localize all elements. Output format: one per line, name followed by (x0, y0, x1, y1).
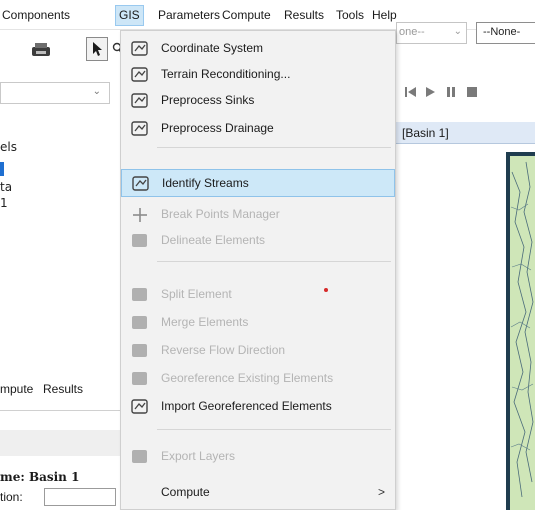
menu-item-coordinate-system[interactable]: Coordinate System (121, 35, 395, 63)
menu-results[interactable]: Results (284, 8, 324, 22)
menu-item-identify-streams[interactable]: Identify Streams (121, 169, 395, 197)
menu-item-label: Compute (161, 485, 210, 499)
select-arrow-icon (93, 42, 102, 56)
menu-components[interactable]: Components (2, 8, 70, 22)
menu-item-delineate-elements[interactable]: Delineate Elements (121, 227, 395, 255)
gis-layer-icon (131, 67, 148, 82)
menu-item-label: Georeference Existing Elements (161, 371, 334, 385)
menu-item-label: Preprocess Drainage (161, 121, 274, 135)
tab-results[interactable]: Results (43, 382, 83, 396)
chevron-down-icon: ⌄ (453, 26, 462, 37)
menu-tools[interactable]: Tools (336, 8, 364, 22)
gis-layer-icon (131, 93, 148, 108)
properties-header (0, 430, 120, 456)
tree-selection-mark (0, 162, 4, 176)
gis-layer-icon (132, 372, 147, 385)
gis-layer-icon (131, 41, 148, 56)
stop-icon[interactable] (466, 86, 478, 98)
menu-item-label: Terrain Reconditioning... (161, 67, 291, 81)
gis-dropdown-menu: Coordinate System Terrain Reconditioning… (120, 30, 396, 510)
menu-item-georeference-existing-elements[interactable]: Georeference Existing Elements (121, 365, 395, 393)
gis-layer-icon (132, 316, 147, 329)
menu-help[interactable]: Help (372, 8, 397, 22)
chevron-right-icon: > (377, 485, 385, 499)
tree-item-data[interactable]: ta (0, 180, 12, 194)
menu-item-label: Preprocess Sinks (161, 93, 255, 107)
select-arrow-button[interactable] (86, 37, 108, 61)
gis-layer-icon (132, 450, 147, 463)
menu-compute[interactable]: Compute (222, 8, 271, 22)
menu-item-label: Break Points Manager (161, 207, 280, 221)
gis-layer-icon (132, 234, 147, 247)
play-icon[interactable] (424, 86, 436, 98)
time-window-combo-value: one-- (399, 26, 425, 38)
menu-separator (157, 147, 391, 148)
basin-name-label: me: Basin 1 (0, 470, 80, 484)
menu-item-preprocess-sinks[interactable]: Preprocess Sinks (121, 87, 395, 115)
gis-layer-icon (131, 399, 148, 414)
basin-selector-combo[interactable]: ⌄ (0, 82, 110, 104)
menu-gis[interactable]: GIS (115, 5, 144, 26)
menu-item-compute[interactable]: Compute > (121, 479, 395, 507)
menu-item-export-layers[interactable]: Export Layers (121, 443, 395, 471)
gis-layer-icon (132, 176, 149, 191)
menu-item-label: Identify Streams (162, 176, 249, 190)
menu-item-label: Import Georeferenced Elements (161, 399, 332, 413)
gis-layer-icon (131, 121, 148, 136)
menu-item-label: Split Element (161, 287, 232, 301)
menu-item-split-element[interactable]: Split Element (121, 281, 395, 309)
menu-item-label: Export Layers (161, 449, 236, 463)
skip-back-icon[interactable] (404, 86, 418, 98)
status-dot (324, 288, 328, 292)
pause-icon[interactable] (446, 86, 456, 98)
print-icon[interactable] (30, 42, 52, 58)
basin-map-view[interactable] (506, 152, 535, 510)
menu-parameters[interactable]: Parameters (158, 8, 220, 22)
menu-item-merge-elements[interactable]: Merge Elements (121, 309, 395, 337)
description-input[interactable] (44, 488, 116, 506)
chevron-down-icon: ⌄ (92, 86, 101, 97)
menu-item-preprocess-drainage[interactable]: Preprocess Drainage (121, 115, 395, 143)
basin-map-tab-label: [Basin 1] (402, 126, 449, 140)
menu-separator (157, 261, 391, 262)
gis-layer-icon (132, 344, 147, 357)
tab-compute[interactable]: mpute (0, 382, 33, 396)
basin-map-tab[interactable]: [Basin 1] (396, 122, 535, 144)
time-window-combo[interactable]: one-- ⌄ (396, 22, 467, 44)
tree-item-basin-1[interactable]: 1 (0, 196, 8, 210)
divider (0, 410, 120, 411)
menu-item-label: Coordinate System (161, 41, 264, 55)
tree-item-models[interactable]: els (0, 140, 17, 154)
menu-item-label: Merge Elements (161, 315, 249, 329)
menu-item-break-points-manager[interactable]: Break Points Manager (121, 201, 395, 229)
description-label: tion: (0, 490, 23, 504)
menu-item-reverse-flow-direction[interactable]: Reverse Flow Direction (121, 337, 395, 365)
crosshair-icon (133, 208, 147, 222)
menu-item-terrain-reconditioning[interactable]: Terrain Reconditioning... (121, 61, 395, 89)
menu-separator (157, 429, 391, 430)
gis-layer-icon (132, 288, 147, 301)
run-selector-combo[interactable]: --None- (476, 22, 535, 44)
menu-item-import-georeferenced-elements[interactable]: Import Georeferenced Elements (121, 393, 395, 421)
run-selector-value: --None- (483, 26, 521, 38)
menu-item-label: Delineate Elements (161, 233, 266, 247)
menu-item-label: Reverse Flow Direction (161, 343, 286, 357)
